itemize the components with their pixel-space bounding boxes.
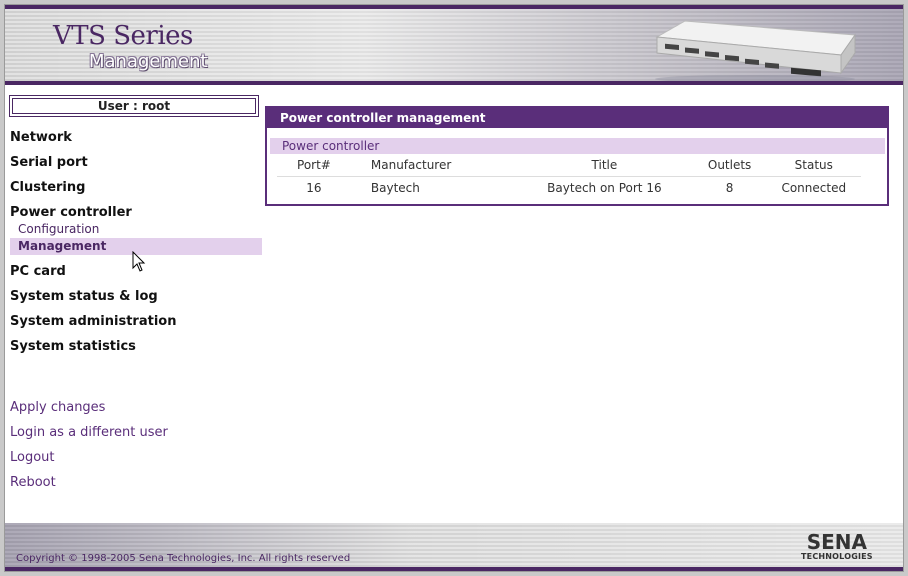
sidebar-subitem-configuration[interactable]: Configuration <box>10 221 262 238</box>
panel-title: Power controller management <box>267 108 887 128</box>
reboot-link[interactable]: Reboot <box>10 474 168 499</box>
sidebar-item-serial-port[interactable]: Serial port <box>10 154 262 179</box>
table-row: 16 Baytech Baytech on Port 16 8 Connecte… <box>277 177 861 200</box>
copyright-text: Copyright © 1998-2005 Sena Technologies,… <box>16 553 351 564</box>
column-header-outlets: Outlets <box>692 154 767 177</box>
sidebar-nav: Network Serial port Clustering Power con… <box>10 129 262 363</box>
footer-banner: Copyright © 1998-2005 Sena Technologies,… <box>5 523 903 571</box>
product-subtitle: Management <box>89 51 208 72</box>
column-header-port: Port# <box>277 154 351 177</box>
header-banner: VTS Series Management <box>5 5 903 85</box>
user-indicator: User : root <box>9 95 259 117</box>
device-image <box>655 20 856 83</box>
port-link[interactable]: 16 <box>277 177 351 200</box>
sidebar-item-clustering[interactable]: Clustering <box>10 179 262 204</box>
column-header-title: Title <box>516 154 693 177</box>
logout-link[interactable]: Logout <box>10 449 168 474</box>
product-title: VTS Series <box>53 21 193 51</box>
outlets-cell: 8 <box>725 181 734 195</box>
brand-name: SENA <box>806 530 868 554</box>
column-header-manufacturer: Manufacturer <box>350 154 517 177</box>
user-label: User : root <box>97 99 171 113</box>
sidebar-actions: Apply changes Login as a different user … <box>10 399 168 499</box>
title-link[interactable]: Baytech on Port 16 <box>516 177 693 200</box>
sidebar-item-system-administration[interactable]: System administration <box>10 313 262 338</box>
sidebar-item-system-status-log[interactable]: System status & log <box>10 288 262 313</box>
power-controller-panel: Power controller management Power contro… <box>265 106 889 206</box>
login-different-user-link[interactable]: Login as a different user <box>10 424 168 449</box>
status-cell: Connected <box>781 181 847 195</box>
section-title: Power controller <box>270 138 885 154</box>
mouse-cursor-icon <box>132 251 146 272</box>
sena-logo: SENA TECHNOLOGIES <box>801 532 873 561</box>
manufacturer-cell: Baytech <box>370 181 420 195</box>
sidebar-item-system-statistics[interactable]: System statistics <box>10 338 262 363</box>
column-header-status: Status <box>766 154 861 177</box>
app-window: VTS Series Management User : root Networ… <box>4 4 904 572</box>
sidebar-item-network[interactable]: Network <box>10 129 262 154</box>
table-header-row: Port# Manufacturer Title Outlets Status <box>277 154 861 177</box>
apply-changes-link[interactable]: Apply changes <box>10 399 168 424</box>
brand-subtitle: TECHNOLOGIES <box>801 552 873 561</box>
sidebar-item-power-controller[interactable]: Power controller <box>10 204 262 221</box>
power-controller-table: Port# Manufacturer Title Outlets Status … <box>277 154 861 199</box>
